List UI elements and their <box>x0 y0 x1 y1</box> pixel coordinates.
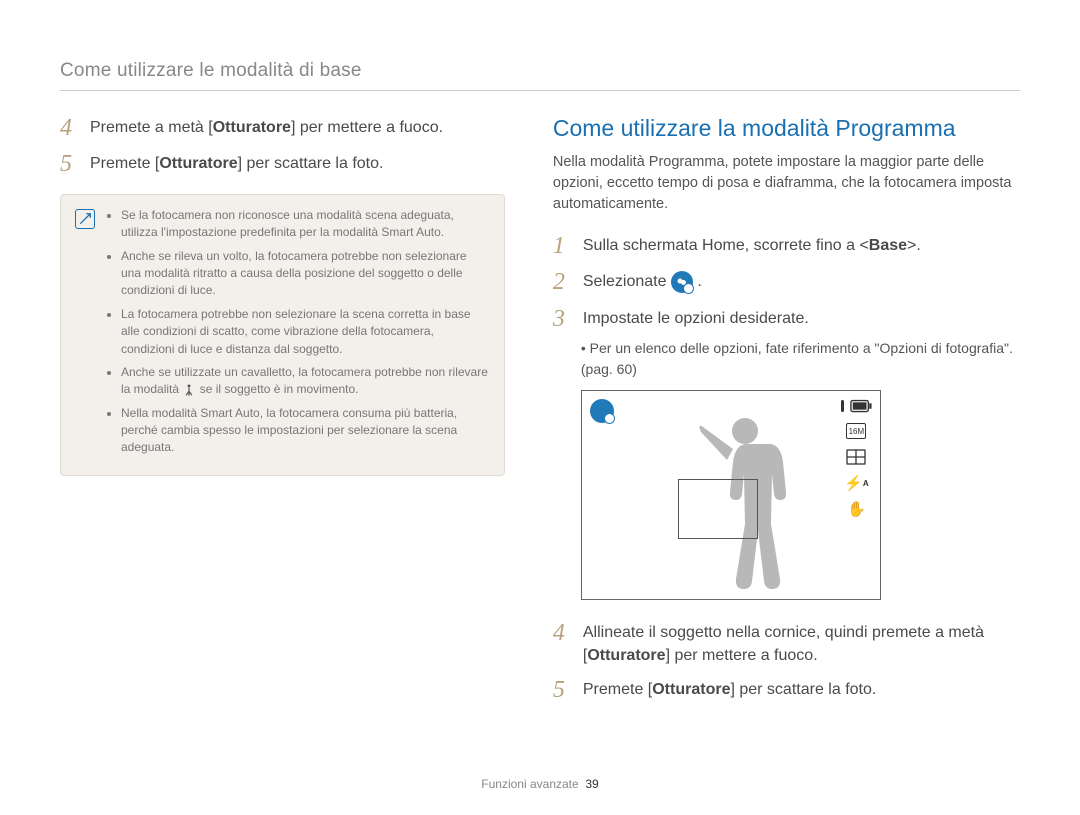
text: Premete a metà [ <box>90 119 213 136</box>
intro-text: Nella modalità Programma, potete imposta… <box>553 152 1020 215</box>
note-list: Se la fotocamera non riconosce una modal… <box>105 207 490 463</box>
left-step-5: 5 Premete [Otturatore] per scattare la f… <box>60 151 505 177</box>
step-3-subitem: Per un elenco delle opzioni, fate riferi… <box>553 338 1020 380</box>
step-number: 3 <box>553 306 571 332</box>
step-text: Selezionate . <box>583 269 702 294</box>
right-step-2: 2 Selezionate . <box>553 269 1020 295</box>
lcd-signal-icon <box>841 400 844 412</box>
step-text: Allineate il soggetto nella cornice, qui… <box>583 620 1020 667</box>
step-text: Premete a metà [Otturatore] per mettere … <box>90 115 443 139</box>
section-title: Come utilizzare le modalità di base <box>60 60 1020 91</box>
step-number: 5 <box>60 151 78 177</box>
text: . <box>697 274 701 291</box>
step-number: 5 <box>553 677 571 703</box>
text: Selezionate <box>583 274 671 291</box>
text: >. <box>907 237 921 254</box>
text: se il soggetto è in movimento. <box>200 382 359 396</box>
note-item: Anche se utilizzate un cavalletto, la fo… <box>121 364 490 399</box>
text: Sulla schermata Home, scorrete fino a < <box>583 237 869 254</box>
text: ] per scattare la foto. <box>238 155 384 172</box>
lcd-resolution-icon: 16M <box>846 423 866 439</box>
focus-rectangle <box>678 479 758 539</box>
step-text: Premete [Otturatore] per scattare la fot… <box>90 151 383 175</box>
battery-icon <box>850 399 872 413</box>
step-number: 2 <box>553 269 571 295</box>
page-footer: Funzioni avanzate 39 <box>0 777 1080 791</box>
note-item: Se la fotocamera non riconosce una modal… <box>121 207 490 242</box>
text: ] per mettere a fuoco. <box>291 119 443 136</box>
note-item: Nella modalità Smart Auto, la fotocamera… <box>121 405 490 457</box>
right-step-5: 5 Premete [Otturatore] per scattare la f… <box>553 677 1020 703</box>
text: Premete [ <box>90 155 159 172</box>
step-number: 1 <box>553 233 571 259</box>
note-icon <box>75 209 95 229</box>
camera-lcd-illustration: 16M ⚡A ✋ <box>581 390 881 600</box>
text: ] per mettere a fuoco. <box>666 647 818 664</box>
right-step-3: 3 Impostate le opzioni desiderate. <box>553 306 1020 332</box>
right-column: Come utilizzare la modalità Programma Ne… <box>553 115 1020 713</box>
note-box: Se la fotocamera non riconosce una modal… <box>60 194 505 476</box>
left-column: 4 Premete a metà [Otturatore] per metter… <box>60 115 505 713</box>
image-stabilization-icon: ✋ <box>846 501 866 517</box>
step-text: Premete [Otturatore] per scattare la fot… <box>583 677 876 701</box>
text-bold: Otturatore <box>652 681 730 698</box>
lcd-program-mode-icon <box>590 399 614 423</box>
note-item: La fotocamera potrebbe non selezionare l… <box>121 306 490 358</box>
step-number: 4 <box>553 620 571 646</box>
text-bold: Otturatore <box>587 647 665 664</box>
two-column-layout: 4 Premete a metà [Otturatore] per metter… <box>60 115 1020 713</box>
note-item: Anche se rileva un volto, la fotocamera … <box>121 248 490 300</box>
step-text: Sulla schermata Home, scorrete fino a <B… <box>583 233 921 257</box>
step-number: 4 <box>60 115 78 141</box>
tripod-person-icon <box>182 383 196 397</box>
right-step-4: 4 Allineate il soggetto nella cornice, q… <box>553 620 1020 667</box>
step-text: Impostate le opzioni desiderate. <box>583 306 809 330</box>
text-bold: Otturatore <box>213 119 291 136</box>
right-step-1: 1 Sulla schermata Home, scorrete fino a … <box>553 233 1020 259</box>
lcd-grid-icon <box>846 449 866 465</box>
flash-auto-icon: ⚡A <box>846 475 866 491</box>
footer-label: Funzioni avanzate <box>481 777 578 791</box>
subsection-heading: Come utilizzare la modalità Programma <box>553 115 1020 142</box>
text: Premete [ <box>583 681 652 698</box>
lcd-status-column: 16M ⚡A ✋ <box>841 399 872 517</box>
program-mode-icon <box>671 271 693 293</box>
page-number: 39 <box>585 777 598 791</box>
text-bold: Base <box>869 237 907 254</box>
text: ] per scattare la foto. <box>730 681 876 698</box>
left-step-4: 4 Premete a metà [Otturatore] per metter… <box>60 115 505 141</box>
text-bold: Otturatore <box>159 155 237 172</box>
